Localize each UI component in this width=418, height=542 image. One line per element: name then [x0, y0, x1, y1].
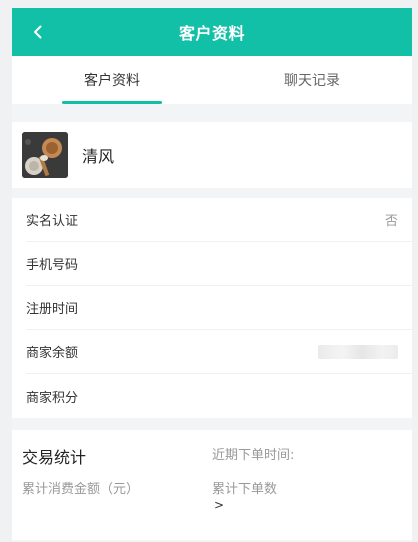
- info-row-label: 商家余额: [26, 346, 79, 361]
- info-row-real-name-verification: 实名认证 否: [26, 198, 412, 242]
- info-row-merchant-points: 商家积分: [26, 374, 412, 418]
- top-bar: 客户资料: [12, 8, 412, 56]
- avatar: [22, 132, 68, 178]
- info-row-merchant-balance: 商家余额: [26, 330, 412, 374]
- active-tab-indicator: [62, 101, 162, 104]
- stats-title: 交易统计: [22, 448, 87, 467]
- spacer: [12, 418, 412, 430]
- info-row-label: 实名认证: [26, 214, 79, 229]
- spacer: [12, 188, 412, 198]
- info-row-label: 注册时间: [26, 302, 79, 317]
- tab-bar: 客户资料 聊天记录: [12, 56, 412, 104]
- app-frame: 客户资料 客户资料 聊天记录 清风 实名认证 否 手机号码 注册时间 商家余额 …: [12, 8, 412, 542]
- profile-card: 清风: [12, 122, 412, 188]
- info-row-label: 手机号码: [26, 258, 79, 273]
- recent-order-time-label: 近期下单时间:: [212, 448, 295, 463]
- total-orders-label: 累计下单数: [212, 482, 278, 497]
- tab-chat-history-label: 聊天记录: [284, 73, 340, 89]
- info-row-phone: 手机号码: [26, 242, 412, 286]
- tab-customer-info[interactable]: 客户资料: [12, 56, 212, 104]
- info-row-value: 否: [384, 214, 398, 229]
- tab-customer-info-label: 客户资料: [84, 73, 140, 89]
- transaction-stats-card: 交易统计 近期下单时间: 累计消费金额（元） 累计下单数 >: [12, 430, 412, 540]
- page-title: 客户资料: [178, 24, 245, 43]
- info-row-register-time: 注册时间: [26, 286, 412, 330]
- orders-more-link[interactable]: >: [214, 498, 224, 512]
- tab-chat-history[interactable]: 聊天记录: [212, 56, 412, 104]
- blurred-value: [318, 344, 398, 359]
- info-row-label: 商家积分: [26, 390, 79, 406]
- spacer: [12, 104, 412, 122]
- avatar-image: [22, 132, 68, 178]
- customer-name: 清风: [82, 147, 115, 166]
- info-list: 实名认证 否 手机号码 注册时间 商家余额 商家积分: [12, 198, 412, 418]
- total-consumption-label: 累计消费金额（元）: [22, 482, 140, 497]
